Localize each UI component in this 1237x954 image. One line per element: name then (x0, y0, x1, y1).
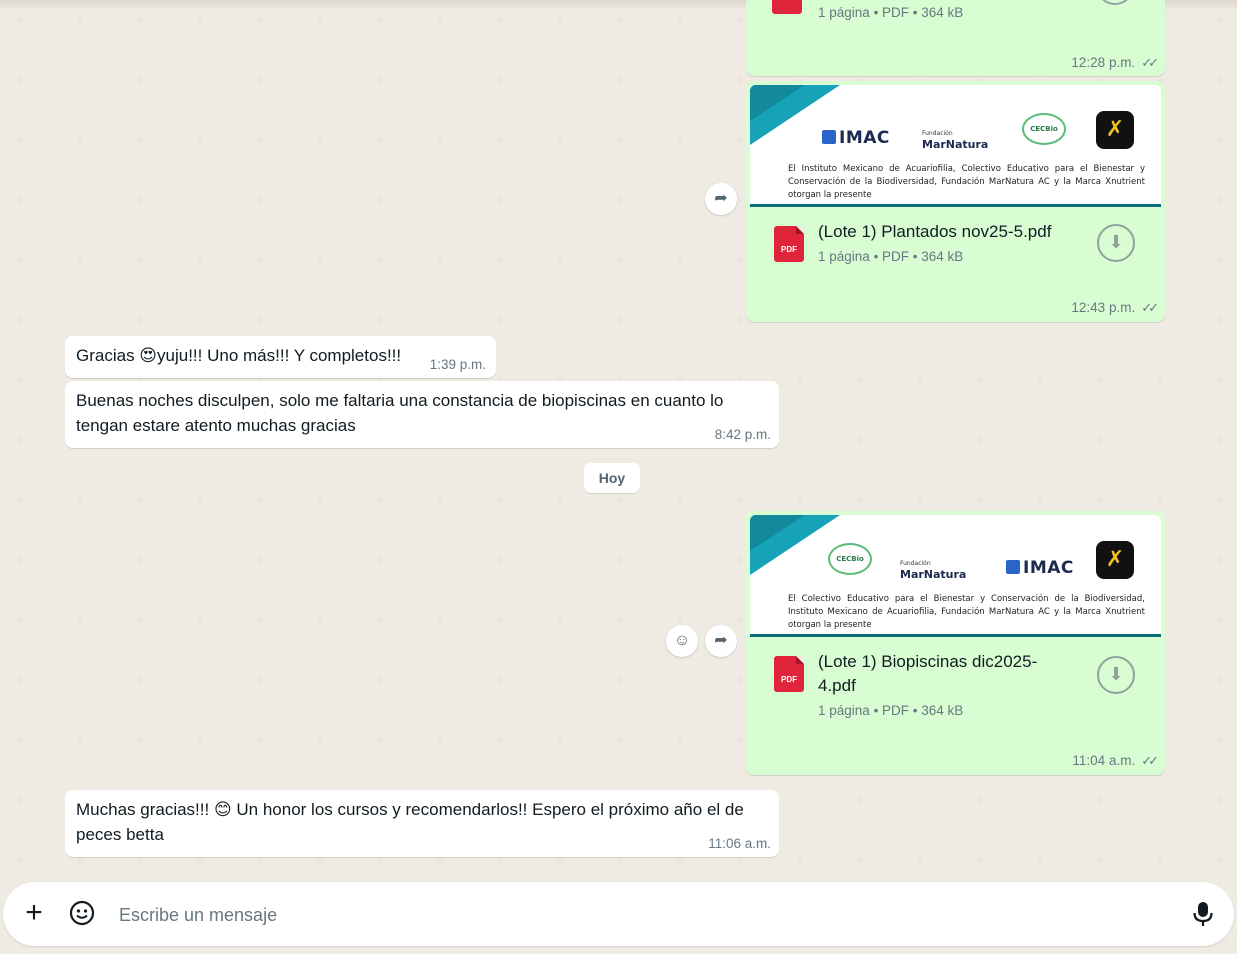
file-name[interactable]: (Lote 1) Plantados nov25-5.pdf (818, 220, 1078, 244)
document-preview[interactable]: IMAC Fundación MarNatura CECBio ✗ El Inst… (750, 85, 1161, 207)
download-icon[interactable]: ⬇ (1097, 224, 1135, 262)
outgoing-file-message[interactable]: IMAC Fundación MarNatura CECBio ✗ El Inst… (746, 81, 1165, 322)
marnatura-logo: Fundación MarNatura (900, 560, 967, 581)
cecbio-logo: CECBio (828, 543, 872, 575)
message-time: 8:42 p.m. (714, 427, 771, 442)
double-check-icon: ✓✓ (1141, 300, 1159, 315)
outgoing-file-message[interactable]: CECBio Fundación MarNatura IMAC ✗ El Cole… (746, 511, 1165, 775)
date-divider: Hoy (584, 463, 640, 493)
file-meta: 1 página • PDF • 364 kB (818, 703, 964, 718)
download-icon[interactable] (1096, 0, 1134, 5)
marnatura-logo: Fundación MarNatura (922, 130, 989, 151)
message-composer: + (3, 882, 1234, 946)
preview-text: El Colectivo Educativo para el Bienestar… (788, 594, 1145, 630)
imac-logo: IMAC (1006, 558, 1074, 578)
pdf-icon: PDF (774, 226, 804, 262)
conversation-panel[interactable]: 1 página • PDF • 364 kB 12:28 p.m. ✓✓ ➦ I… (0, 0, 1237, 880)
xnutrient-logo: ✗ (1096, 541, 1134, 579)
message-time: 11:06 a.m. (708, 836, 771, 851)
message-text: Muchas gracias!!! 😊 Un honor los cursos … (76, 800, 744, 844)
preview-divider (750, 634, 1161, 637)
cecbio-logo: CECBio (1022, 113, 1066, 145)
message-text: Buenas noches disculpen, solo me faltari… (76, 391, 724, 435)
pdf-icon (772, 0, 802, 14)
outgoing-file-message[interactable]: 1 página • PDF • 364 kB 12:28 p.m. ✓✓ (746, 0, 1165, 76)
preview-text: El Instituto Mexicano de Acuariofilia, C… (788, 164, 1145, 200)
preview-decoration (750, 515, 805, 551)
incoming-text-message[interactable]: Muchas gracias!!! 😊 Un honor los cursos … (65, 790, 779, 857)
forward-icon[interactable]: ➦ (705, 625, 737, 657)
message-time: 12:43 p.m. ✓✓ (1071, 300, 1159, 315)
document-preview[interactable]: CECBio Fundación MarNatura IMAC ✗ El Cole… (750, 515, 1161, 637)
emoji-react-icon[interactable]: ☺ (666, 625, 698, 657)
download-icon[interactable]: ⬇ (1097, 656, 1135, 694)
incoming-text-message[interactable]: Buenas noches disculpen, solo me faltari… (65, 381, 779, 448)
message-text: Gracias 😍yuju!!! Uno más!!! Y completos!… (76, 346, 402, 365)
file-meta: 1 página • PDF • 364 kB (818, 249, 964, 264)
message-time: 12:28 p.m. ✓✓ (1071, 55, 1159, 70)
double-check-icon: ✓✓ (1141, 753, 1159, 768)
pdf-icon: PDF (774, 656, 804, 692)
preview-decoration (750, 85, 805, 121)
message-time: 11:04 a.m. ✓✓ (1072, 753, 1159, 768)
preview-divider (750, 204, 1161, 207)
message-time: 1:39 p.m. (429, 357, 486, 372)
plus-icon[interactable]: + (19, 898, 49, 928)
incoming-text-message[interactable]: Gracias 😍yuju!!! Uno más!!! Y completos!… (65, 336, 496, 378)
file-name[interactable]: (Lote 1) Biopiscinas dic2025-4.pdf (818, 650, 1068, 698)
file-meta: 1 página • PDF • 364 kB (818, 5, 964, 20)
message-input[interactable] (117, 902, 1121, 928)
forward-icon[interactable]: ➦ (705, 183, 737, 215)
sticker-icon[interactable] (69, 900, 95, 926)
microphone-icon[interactable] (1191, 900, 1215, 928)
imac-logo: IMAC (822, 128, 890, 148)
double-check-icon: ✓✓ (1141, 55, 1159, 70)
xnutrient-logo: ✗ (1096, 111, 1134, 149)
